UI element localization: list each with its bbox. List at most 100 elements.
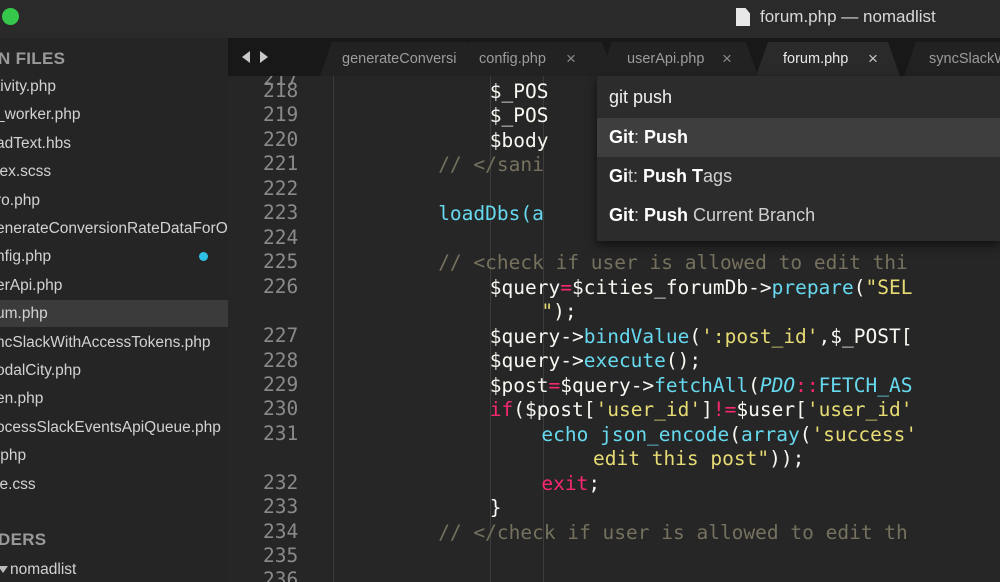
sidebar-file-item[interactable]: le.css [0, 471, 228, 498]
match-highlight: Gi [609, 166, 629, 186]
code-token: execute [583, 349, 666, 372]
command-palette-item[interactable]: Git: Push Current Branch [597, 196, 1000, 235]
code-token: // </check if user is allowed to edit th [438, 520, 908, 544]
sidebar-file-label: _worker.php [0, 106, 81, 124]
command-palette-input[interactable] [597, 76, 1000, 118]
sidebar-file-item[interactable]: adText.hbs [0, 130, 228, 157]
line-number: 222 [263, 177, 299, 200]
command-text: : [634, 205, 645, 225]
command-label: Git: Push Current Branch [609, 196, 815, 235]
code-line: $_POS [490, 80, 549, 103]
code-token: exit [541, 471, 589, 495]
command-palette-item[interactable]: Git: Push [597, 118, 1000, 157]
code-token: array [740, 422, 800, 446]
tab-bar: generateConversi config.php × userApi.php × f… [228, 38, 1000, 76]
code-token: ( [853, 275, 866, 299]
sidebar-file-item[interactable]: nfig.php [0, 243, 228, 270]
code-token: $query-> [489, 349, 584, 372]
code-token: ( [748, 373, 760, 397]
sidebar-file-item[interactable]: ocessSlackEventsApiQueue.php [0, 414, 228, 441]
line-number: 218 [263, 79, 299, 102]
code-token: ( [729, 422, 741, 446]
sidebar-file-item[interactable]: ncSlackWithAccessTokens.php [0, 329, 228, 356]
tab[interactable]: generateConversi [320, 42, 480, 76]
tab-nav-left-icon[interactable] [242, 51, 250, 63]
tab[interactable]: config.php × [458, 42, 614, 76]
code-token: ( [799, 422, 812, 446]
line-number: 223 [263, 201, 299, 224]
close-icon[interactable]: × [868, 49, 878, 69]
tab[interactable]: userApi.php × [600, 42, 758, 76]
match-highlight: Push [644, 127, 689, 147]
line-number: 231 [263, 422, 299, 445]
code-token: bindValue [583, 324, 690, 348]
tab-nav-right-icon[interactable] [260, 51, 268, 63]
code-line: $_POS [490, 104, 549, 127]
code-line: } [490, 76, 502, 78]
sidebar-file-item[interactable]: tivity.php [0, 73, 228, 100]
line-number: 229 [263, 373, 299, 396]
match-highlight: Git [609, 127, 634, 147]
sidebar-file-label: nfig.php [0, 248, 52, 266]
command-label: Git: Push [609, 118, 688, 157]
code-token: ] [701, 398, 713, 421]
code-line: $body [490, 129, 549, 152]
code-token: ; [588, 471, 601, 495]
match-highlight: Git [609, 205, 634, 225]
chevron-down-icon [0, 566, 8, 573]
code-token: prepare [771, 275, 854, 299]
code-token: PDO [759, 373, 796, 397]
tab[interactable]: syncSlackW [904, 42, 1000, 76]
line-number: 228 [263, 349, 299, 372]
tab[interactable]: forum.php × [756, 42, 900, 76]
window-zoom-button[interactable] [2, 8, 19, 25]
code-token: $query-> [489, 324, 584, 348]
match-highlight: Push T [643, 166, 704, 186]
code-token: ':post_id' [701, 324, 819, 348]
command-text: : [634, 127, 645, 147]
sidebar-file-item[interactable]: odalCity.php [0, 357, 228, 384]
sidebar-file-item[interactable]: ro.php [0, 187, 228, 214]
code-token: $query-> [560, 373, 655, 397]
code-token: = [548, 373, 561, 397]
code-line: // </sani [438, 153, 544, 176]
code-line: edit this post")); [593, 447, 804, 470]
code-token: // <check if user is allowed to edit thi [438, 251, 908, 274]
sidebar-file-item[interactable]: lex.scss [0, 158, 228, 185]
line-number: 233 [263, 495, 299, 518]
code-token: $_POS [489, 104, 549, 127]
line-number: 225 [263, 250, 299, 273]
sidebar-file-label: tivity.php [0, 78, 57, 95]
code-token: 'success' [811, 422, 918, 446]
code-token: "SEL [865, 275, 913, 299]
sidebar-file-item[interactable]: um.php [0, 300, 228, 328]
sidebar-file-label: le.css [0, 475, 36, 493]
close-icon[interactable]: × [722, 49, 732, 69]
tab-label: userApi.php [627, 51, 705, 67]
command-palette-item[interactable]: Git: Push Tags [597, 157, 1000, 196]
sidebar-file-item[interactable]: erApi.php [0, 272, 228, 299]
sidebar-file-item[interactable]: en.php [0, 385, 228, 412]
code-token: fetchAll [654, 373, 749, 397]
code-token: $cities_forumDb-> [572, 275, 772, 299]
sidebar-file-item[interactable]: _worker.php [0, 101, 228, 128]
code-token: echo [541, 422, 601, 446]
window-title: forum.php — nomadlist [760, 7, 936, 26]
code-token: $user[ [736, 398, 807, 421]
code-line: // <check if user is allowed to edit thi [438, 251, 908, 274]
close-icon[interactable]: × [566, 49, 576, 69]
sidebar: N FILES tivity.php _worker.php adText.hbs l… [0, 38, 228, 582]
sidebar-file-item[interactable]: .php [0, 442, 228, 469]
code-line: // </check if user is allowed to edit th [438, 521, 908, 544]
folder-nomadlist[interactable]: nomadlist [0, 556, 228, 582]
code-token: :: [795, 373, 819, 397]
sidebar-file-item[interactable]: enerateConversionRateDataForO [0, 215, 228, 242]
code-token: " [541, 300, 554, 323]
code-token: $post [489, 373, 549, 397]
indent-guide [333, 76, 334, 582]
command-label: Git: Push Tags [609, 157, 732, 196]
command-palette: Git: PushGit: Push TagsGit: Push Current… [597, 76, 1000, 241]
sidebar-file-label: ro.php [0, 191, 40, 209]
code-line: echo json_encode(array('success' [541, 423, 917, 446]
code-token: ); [553, 300, 577, 323]
